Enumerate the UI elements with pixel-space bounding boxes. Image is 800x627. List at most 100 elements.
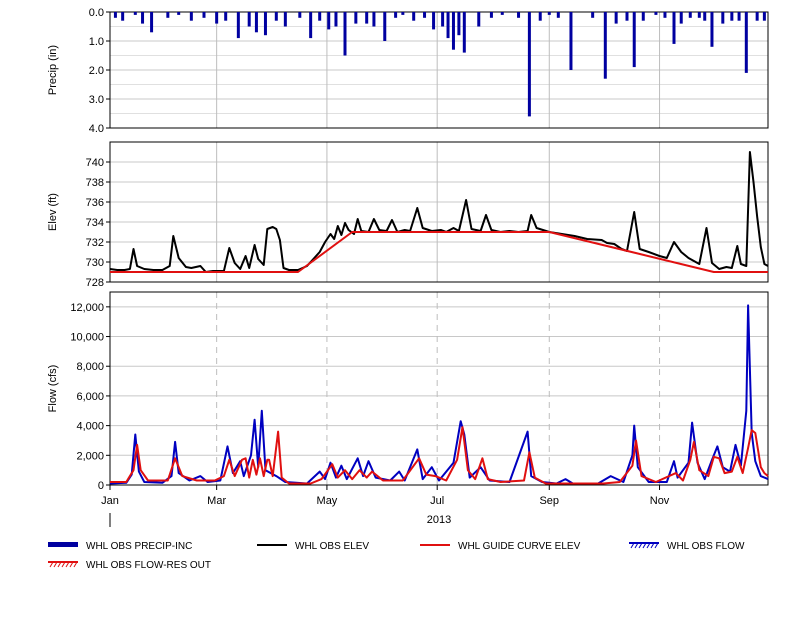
precip-bar bbox=[423, 12, 427, 18]
y-tick-label: 10,000 bbox=[70, 332, 104, 344]
precip-bar bbox=[737, 12, 741, 21]
y-tick-label: 8,000 bbox=[76, 361, 104, 373]
precip-bar bbox=[383, 12, 387, 41]
y-tick-label: 734 bbox=[86, 217, 104, 229]
precip-bar bbox=[527, 12, 531, 117]
legend-label: WHL OBS FLOW-RES OUT bbox=[86, 560, 211, 571]
precip-bar bbox=[354, 12, 358, 24]
y-tick-label: 4.0 bbox=[89, 123, 104, 135]
precip-bar bbox=[641, 12, 645, 21]
precip-bar bbox=[446, 12, 450, 39]
y-tick-label: 2.0 bbox=[89, 65, 104, 77]
y-tick-label: 732 bbox=[86, 237, 104, 249]
precip-bar bbox=[401, 12, 405, 15]
precip-bar bbox=[547, 12, 551, 15]
precip-bar bbox=[500, 12, 504, 15]
y-tick-label: 3.0 bbox=[89, 94, 104, 106]
precip-bar bbox=[625, 12, 629, 21]
precip-bar bbox=[591, 12, 595, 18]
legend-label: WHL OBS ELEV bbox=[295, 541, 369, 552]
precip-bar bbox=[569, 12, 573, 70]
chart-panels: 0.0 1.0 2.0 3.0 4.0 Precip (in) 728 730 732 734 73… bbox=[47, 7, 769, 492]
y-tick-label: 736 bbox=[86, 197, 104, 209]
precip-bar bbox=[343, 12, 347, 56]
x-tick-label: Nov bbox=[650, 495, 670, 507]
x-tick-label: May bbox=[317, 495, 338, 507]
y-axis-title: Flow (cfs) bbox=[47, 365, 59, 413]
precip-bar bbox=[489, 12, 493, 18]
precip-bar bbox=[614, 12, 618, 24]
precip-bar bbox=[372, 12, 376, 27]
precip-bar bbox=[298, 12, 302, 18]
y-tick-label: 1.0 bbox=[89, 36, 104, 48]
legend-item: WHL OBS FLOW-RES OUT bbox=[48, 560, 211, 571]
precip-bar bbox=[457, 12, 461, 36]
precip-bar bbox=[150, 12, 154, 33]
y-tick-label: 6,000 bbox=[76, 391, 104, 403]
precip-bar bbox=[441, 12, 445, 27]
series-line bbox=[109, 151, 769, 273]
precip-bar bbox=[654, 12, 658, 15]
y-tick-label: 4,000 bbox=[76, 421, 104, 433]
x-tick-label: Jan bbox=[101, 495, 119, 507]
precip-bar bbox=[189, 12, 193, 21]
series-line bbox=[109, 304, 769, 485]
precip-bar bbox=[318, 12, 322, 21]
precip-bar bbox=[247, 12, 251, 27]
y-tick-label: 740 bbox=[86, 157, 104, 169]
y-tick-label: 0.0 bbox=[89, 7, 104, 19]
x-tick-label: Mar bbox=[207, 495, 226, 507]
precip-bar bbox=[721, 12, 725, 24]
y-tick-label: 12,000 bbox=[70, 302, 104, 314]
panel-frame bbox=[109, 291, 769, 486]
legend: WHL OBS PRECIP-INC WHL OBS ELEV WHL GUIDE … bbox=[48, 541, 745, 571]
precip-bar bbox=[556, 12, 560, 18]
precip-bar bbox=[451, 12, 455, 50]
precip-bar bbox=[327, 12, 331, 30]
panel-flow: 0 2,000 4,000 6,000 8,000 10,000 12,000 Flow (c… bbox=[47, 291, 769, 492]
precip-bar bbox=[365, 12, 369, 24]
precip-bar bbox=[517, 12, 521, 18]
precip-bar bbox=[679, 12, 683, 24]
panel-elev: 728 730 732 734 736 738 740 Elev (ft) bbox=[47, 141, 769, 289]
precip-bar bbox=[113, 12, 117, 18]
precip-bar bbox=[432, 12, 436, 30]
year-label: 2013 bbox=[427, 514, 451, 526]
legend-swatch bbox=[48, 542, 78, 547]
y-tick-label: 2,000 bbox=[76, 450, 104, 462]
precip-bar bbox=[730, 12, 734, 21]
legend-item: WHL OBS FLOW bbox=[629, 541, 745, 552]
precip-bar bbox=[412, 12, 416, 21]
x-tick-label: Jul bbox=[430, 495, 444, 507]
y-axis-title: Elev (ft) bbox=[47, 193, 59, 231]
precip-bar bbox=[202, 12, 206, 18]
y-axis-title: Precip (in) bbox=[47, 45, 59, 95]
precip-bar bbox=[283, 12, 287, 27]
legend-label: WHL OBS PRECIP-INC bbox=[86, 541, 192, 552]
x-tick-label: Sep bbox=[539, 495, 559, 507]
precip-bar bbox=[274, 12, 278, 21]
precip-bar bbox=[309, 12, 313, 39]
precip-bar bbox=[744, 12, 748, 73]
precip-bar bbox=[603, 12, 607, 79]
precip-bar bbox=[710, 12, 714, 47]
y-tick-label: 728 bbox=[86, 277, 104, 289]
precip-bar bbox=[632, 12, 636, 68]
hydrograph-chart: 0.0 1.0 2.0 3.0 4.0 Precip (in) 728 730 732 734 73… bbox=[47, 7, 769, 571]
x-axis: Jan Mar May Jul Sep Nov 2013 bbox=[101, 485, 670, 527]
precip-bar bbox=[224, 12, 228, 21]
series-3 bbox=[109, 304, 769, 485]
panel-precip: 0.0 1.0 2.0 3.0 4.0 Precip (in) bbox=[47, 7, 769, 135]
precip-bar bbox=[755, 12, 759, 21]
precip-bar bbox=[254, 12, 258, 33]
y-tick-label: 0 bbox=[98, 480, 104, 492]
precip-bar bbox=[133, 12, 137, 15]
precip-bar bbox=[334, 12, 338, 27]
series-0 bbox=[113, 12, 766, 117]
precip-bar bbox=[688, 12, 692, 18]
precip-bar bbox=[762, 12, 766, 21]
precip-bar bbox=[141, 12, 145, 24]
precip-bar bbox=[672, 12, 676, 44]
precip-bar bbox=[394, 12, 398, 18]
legend-item: WHL OBS PRECIP-INC bbox=[48, 541, 192, 552]
